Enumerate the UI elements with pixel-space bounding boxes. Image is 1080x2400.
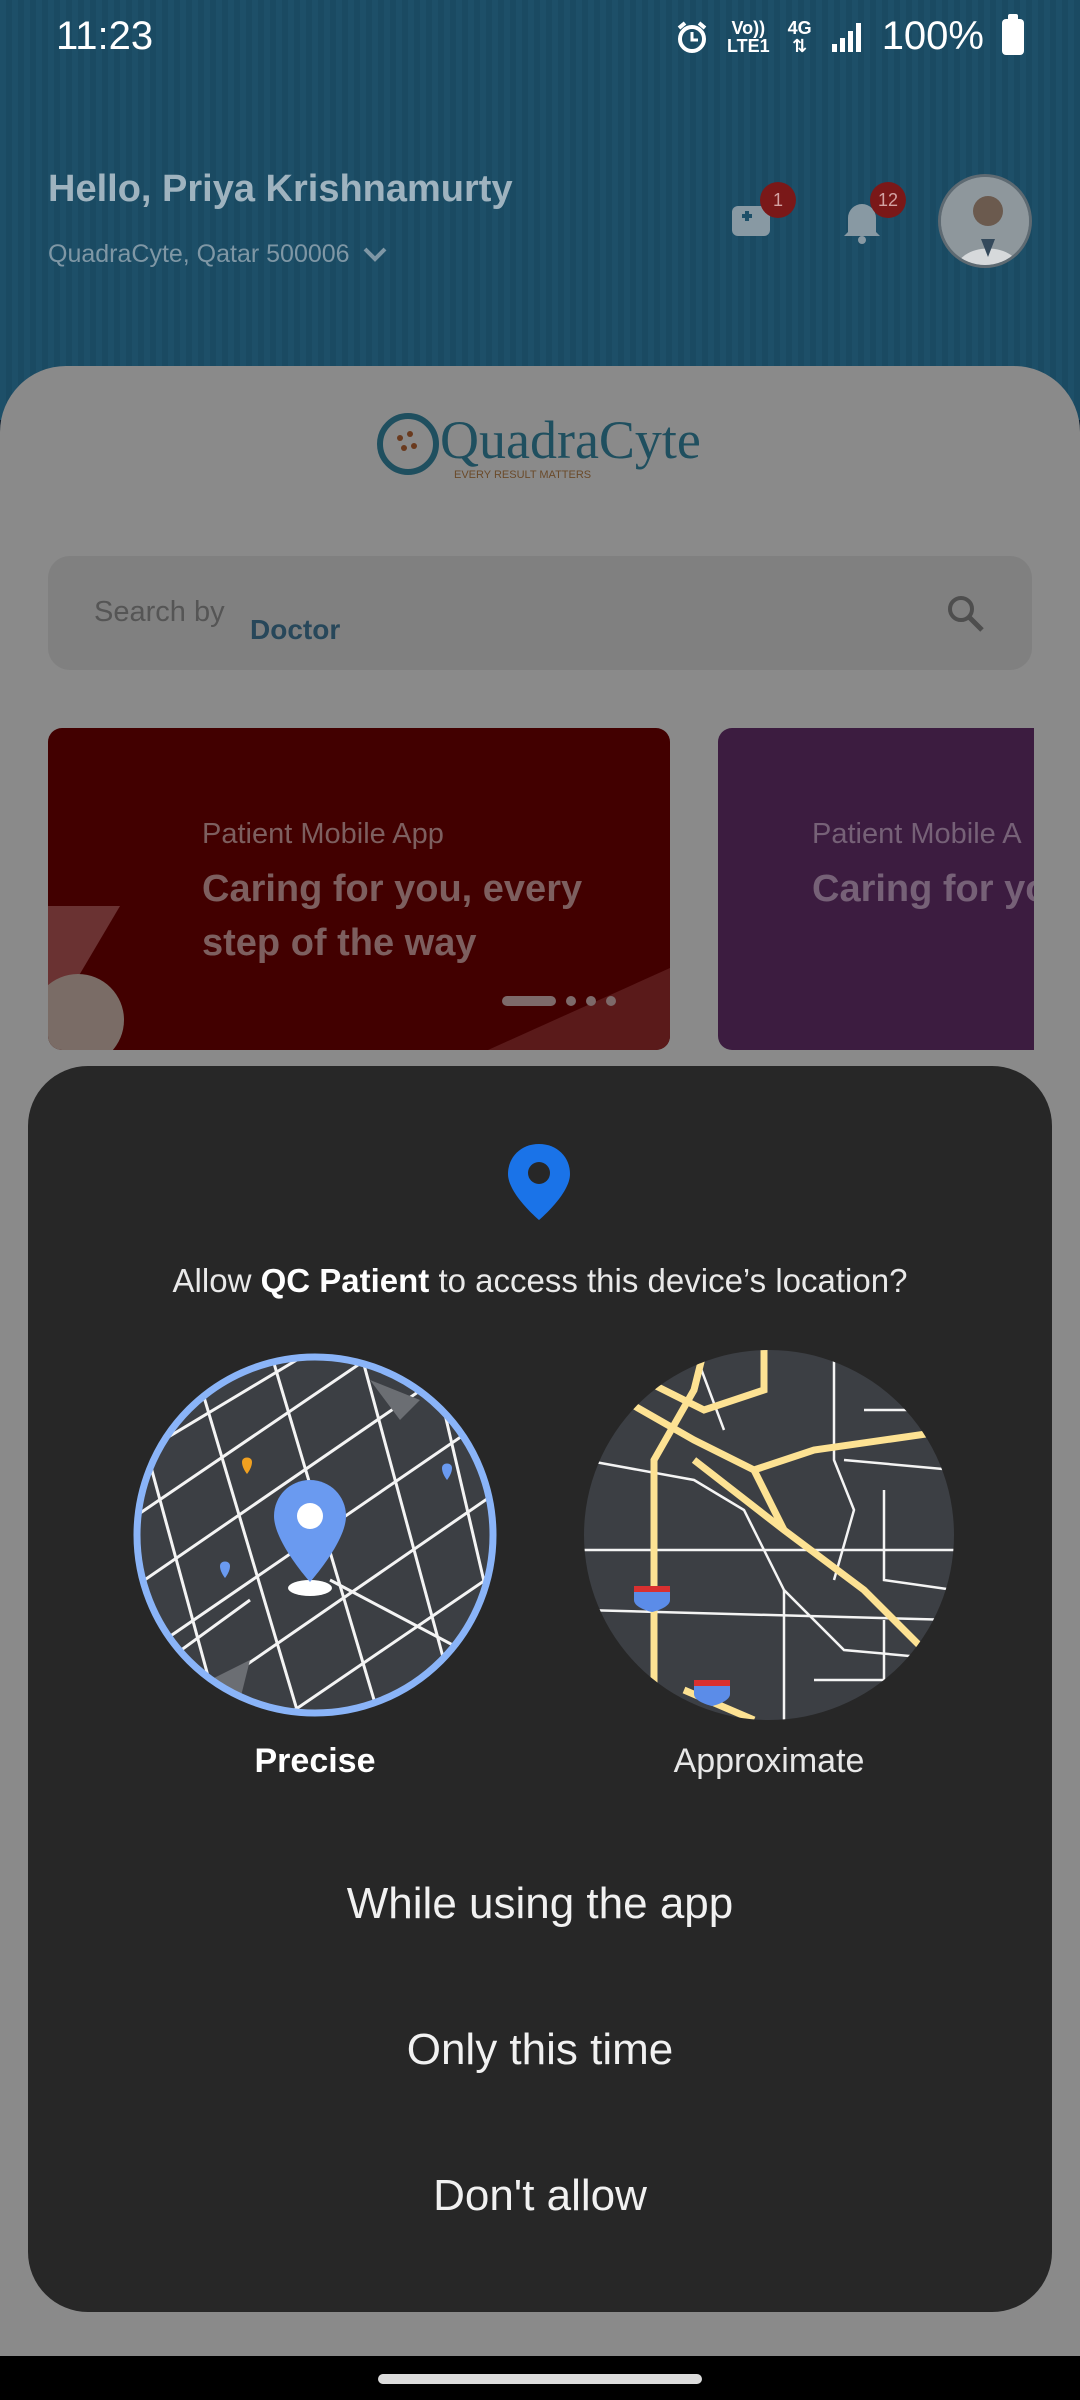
promo-banner-2[interactable]: Patient Mobile A Caring for yo step of t… bbox=[718, 728, 1034, 1050]
notification-badge: 12 bbox=[870, 182, 906, 218]
deny-button[interactable]: Don't allow bbox=[28, 2136, 1052, 2256]
approximate-label[interactable]: Approximate bbox=[584, 1742, 954, 1781]
battery-icon bbox=[1002, 13, 1024, 55]
location-permission-dialog: Allow QC Patient to access this device’s… bbox=[28, 1066, 1052, 2312]
search-input[interactable]: Search by Doctor bbox=[48, 556, 1032, 670]
battery-percent: 100% bbox=[881, 14, 984, 58]
location-selector[interactable]: QuadraCyte, Qatar 500006 bbox=[48, 240, 388, 269]
search-label: Search by bbox=[94, 596, 225, 628]
brand-name: QuadraCyte bbox=[440, 410, 701, 470]
doctor-avatar-icon bbox=[941, 177, 1029, 265]
precise-label[interactable]: Precise bbox=[130, 1742, 500, 1781]
signal-icon bbox=[831, 22, 861, 52]
alarm-icon bbox=[677, 20, 707, 53]
allow-while-using-button[interactable]: While using the app bbox=[28, 1844, 1052, 1964]
carousel-indicator bbox=[502, 996, 616, 1006]
search-icon[interactable] bbox=[944, 592, 988, 636]
avatar[interactable] bbox=[938, 174, 1032, 268]
cart-badge: 1 bbox=[760, 182, 796, 218]
greeting-text: Hello, Priya Krishnamurty bbox=[48, 168, 513, 210]
precise-location-option[interactable] bbox=[130, 1350, 500, 1720]
home-gesture-handle[interactable] bbox=[378, 2374, 702, 2384]
chevron-down-icon bbox=[363, 247, 386, 262]
location-text: QuadraCyte, Qatar 500006 bbox=[48, 240, 350, 268]
location-pin-icon bbox=[508, 1144, 570, 1220]
allow-once-button[interactable]: Only this time bbox=[28, 1990, 1052, 2110]
app-name: QC Patient bbox=[260, 1262, 430, 1299]
permission-question: Allow QC Patient to access this device’s… bbox=[172, 1262, 908, 1299]
network-volte: Vo)) LTE1 bbox=[727, 17, 770, 56]
brand-tagline: EVERY RESULT MATTERS bbox=[454, 469, 591, 481]
network-type: 4G ⇅ bbox=[787, 17, 812, 56]
banner-subtitle: Patient Mobile A bbox=[812, 818, 1022, 850]
banner-title: Caring for yo step of the w bbox=[812, 868, 1034, 910]
search-value: Doctor bbox=[250, 614, 341, 645]
brand-logo: QuadraCyte EVERY RESULT MATTERS bbox=[376, 400, 706, 490]
notifications-button[interactable]: 12 bbox=[832, 182, 906, 250]
status-time: 11:23 bbox=[56, 14, 154, 58]
promo-banner-1[interactable]: Patient Mobile App Caring for you, every… bbox=[48, 728, 670, 1050]
status-bar: 11:23 Vo)) LTE1 4G ⇅ 100% bbox=[0, 0, 1080, 76]
banner-subtitle: Patient Mobile App bbox=[202, 818, 444, 850]
banner-title: Caring for you, every step of the way bbox=[202, 868, 583, 964]
approximate-location-option[interactable] bbox=[584, 1350, 954, 1720]
cart-button[interactable]: 1 bbox=[722, 182, 796, 250]
